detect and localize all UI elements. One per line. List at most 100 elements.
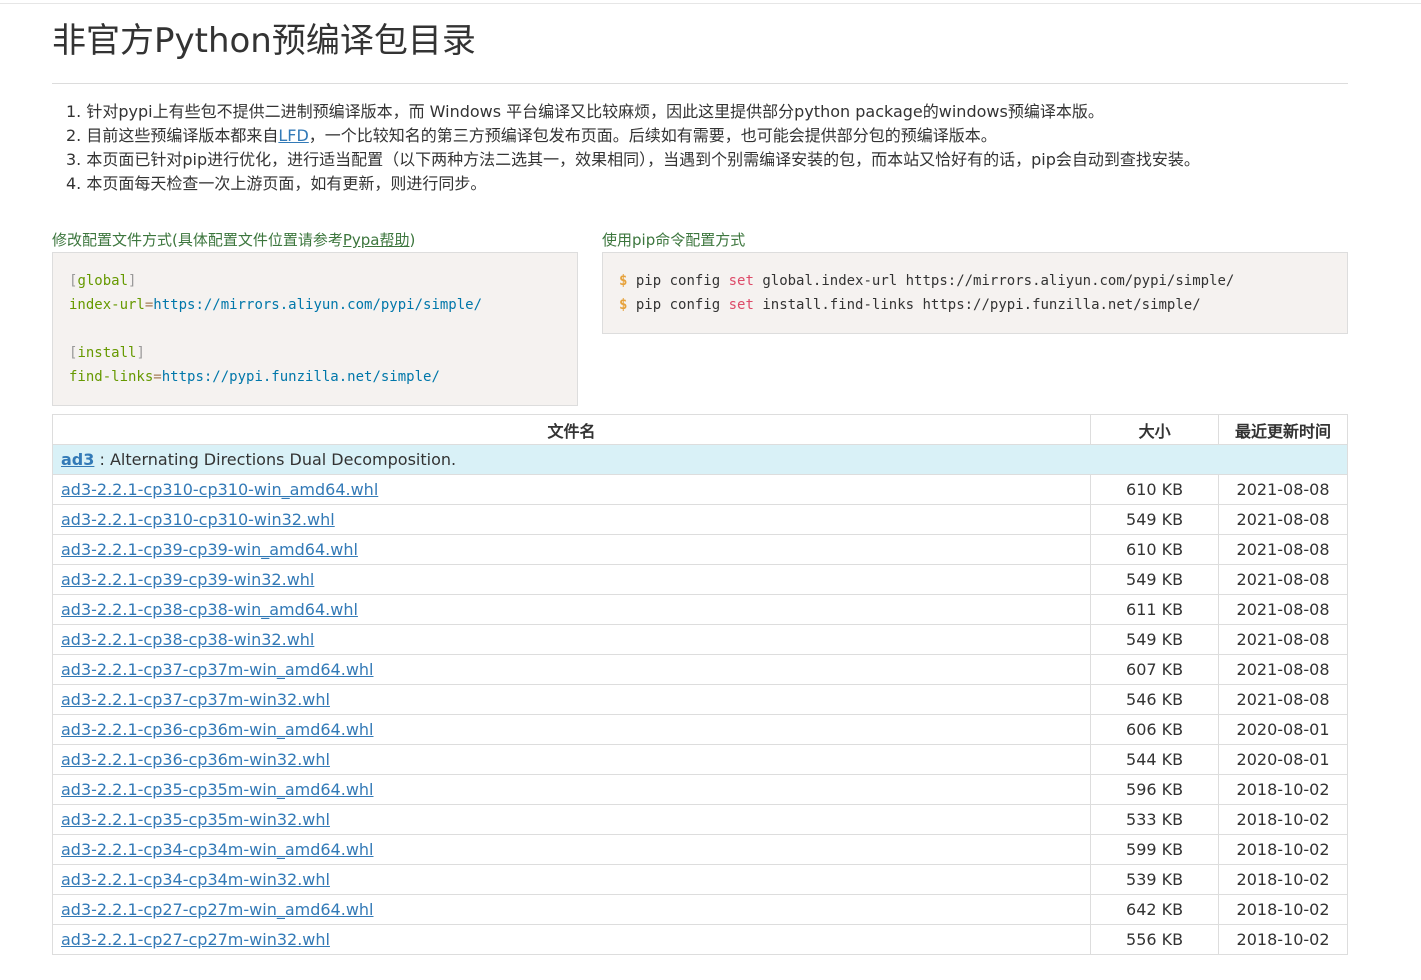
bracket: ] <box>128 273 137 289</box>
config-file-title-suffix: ) <box>409 231 416 249</box>
file-size: 610 KB <box>1090 534 1220 565</box>
pip-command-code-block[interactable]: $ pip config set global.index-url https:… <box>602 252 1348 334</box>
pypa-help-link[interactable]: Pypa帮助 <box>343 231 410 249</box>
file-download-link[interactable]: ad3-2.2.1-cp35-cp35m-win32.whl <box>61 810 330 829</box>
file-download-link[interactable]: ad3-2.2.1-cp37-cp37m-win32.whl <box>61 690 330 709</box>
file-download-link[interactable]: ad3-2.2.1-cp34-cp34m-win_amd64.whl <box>61 840 374 859</box>
file-download-link[interactable]: ad3-2.2.1-cp38-cp38-win32.whl <box>61 630 314 649</box>
config-file-code-block[interactable]: [global] index-url=https://mirrors.aliyun… <box>52 252 578 406</box>
note-text: 3. 本页面已针对pip进行优化，进行适当配置（以下两种方法二选其一，效果相同）… <box>66 150 1200 169</box>
page-title: 非官方Python预编译包目录 <box>52 21 476 61</box>
file-cell: ad3-2.2.1-cp36-cp36m-win32.whl <box>51 744 1092 775</box>
file-cell: ad3-2.2.1-cp37-cp37m-win32.whl <box>51 684 1092 715</box>
key-find-links: find-links <box>69 369 154 385</box>
package-link[interactable]: ad3 <box>61 450 94 469</box>
file-cell: ad3-2.2.1-cp310-cp310-win32.whl <box>51 504 1092 535</box>
package-cell: ad3 : Alternating Directions Dual Decomp… <box>52 444 1348 475</box>
file-updated-date: 2018-10-02 <box>1218 924 1348 955</box>
section-install: install <box>77 345 137 361</box>
table-row: ad3-2.2.1-cp27-cp27m-win32.whl 556 KB 2018… <box>51 924 1348 955</box>
file-size: 549 KB <box>1090 564 1220 595</box>
cmd-line-2: $ pip config set install.find-links http… <box>619 293 1331 317</box>
file-cell: ad3-2.2.1-cp27-cp27m-win32.whl <box>51 924 1092 955</box>
file-cell: ad3-2.2.1-cp310-cp310-win_amd64.whl <box>51 474 1092 505</box>
file-cell: ad3-2.2.1-cp34-cp34m-win_amd64.whl <box>51 834 1092 865</box>
file-updated-date: 2018-10-02 <box>1218 774 1348 805</box>
table-row: ad3-2.2.1-cp37-cp37m-win_amd64.whl 607 KB… <box>51 654 1348 685</box>
table-row: ad3-2.2.1-cp37-cp37m-win32.whl 546 KB 2021… <box>51 684 1348 715</box>
table-row: ad3-2.2.1-cp39-cp39-win_amd64.whl 610 KB 2… <box>51 534 1348 565</box>
header-size: 大小 <box>1090 414 1220 445</box>
file-download-link[interactable]: ad3-2.2.1-cp39-cp39-win_amd64.whl <box>61 540 358 559</box>
file-size: 610 KB <box>1090 474 1220 505</box>
section-global: global <box>77 273 129 289</box>
file-updated-date: 2018-10-02 <box>1218 804 1348 835</box>
config-file-title: 修改配置文件方式(具体配置文件位置请参考Pypa帮助) <box>52 229 415 251</box>
file-cell: ad3-2.2.1-cp39-cp39-win_amd64.whl <box>51 534 1092 565</box>
cmd-args: global.index-url https://mirrors.aliyun.… <box>762 273 1235 289</box>
file-download-link[interactable]: ad3-2.2.1-cp27-cp27m-win32.whl <box>61 930 330 949</box>
file-download-link[interactable]: ad3-2.2.1-cp38-cp38-win_amd64.whl <box>61 600 358 619</box>
note-item-2: 2. 目前这些预编译版本都来自LFD，一个比较知名的第三方预编译包发布页面。后续… <box>66 124 1200 148</box>
file-updated-date: 2021-08-08 <box>1218 624 1348 655</box>
file-size: 539 KB <box>1090 864 1220 895</box>
code-line-blank: ​ <box>69 317 561 341</box>
note-item-4: 4. 本页面每天检查一次上游页面，如有更新，则进行同步。 <box>66 172 1200 196</box>
file-updated-date: 2021-08-08 <box>1218 684 1348 715</box>
bracket: ] <box>136 345 145 361</box>
file-updated-date: 2020-08-01 <box>1218 744 1348 775</box>
note-item-3: 3. 本页面已针对pip进行优化，进行适当配置（以下两种方法二选其一，效果相同）… <box>66 148 1200 172</box>
table-row: ad3-2.2.1-cp35-cp35m-win32.whl 533 KB 2018… <box>51 804 1348 835</box>
file-download-link[interactable]: ad3-2.2.1-cp34-cp34m-win32.whl <box>61 870 330 889</box>
file-size: 607 KB <box>1090 654 1220 685</box>
file-cell: ad3-2.2.1-cp38-cp38-win_amd64.whl <box>51 594 1092 625</box>
file-cell: ad3-2.2.1-cp35-cp35m-win32.whl <box>51 804 1092 835</box>
cmd-set: set <box>728 297 754 313</box>
table-row: ad3-2.2.1-cp38-cp38-win_amd64.whl 611 KB 2… <box>51 594 1348 625</box>
lfd-link[interactable]: LFD <box>278 126 308 145</box>
file-size: 596 KB <box>1090 774 1220 805</box>
file-size: 549 KB <box>1090 504 1220 535</box>
table-row: ad3-2.2.1-cp38-cp38-win32.whl 549 KB 2021-… <box>51 624 1348 655</box>
file-download-link[interactable]: ad3-2.2.1-cp27-cp27m-win_amd64.whl <box>61 900 374 919</box>
file-updated-date: 2018-10-02 <box>1218 864 1348 895</box>
file-cell: ad3-2.2.1-cp34-cp34m-win32.whl <box>51 864 1092 895</box>
note-text: 1. 针对pypi上有些包不提供二进制预编译版本，而 Windows 平台编译又… <box>66 102 1104 121</box>
table-row: ad3-2.2.1-cp36-cp36m-win32.whl 544 KB 2020… <box>51 744 1348 775</box>
file-download-link[interactable]: ad3-2.2.1-cp310-cp310-win32.whl <box>61 510 335 529</box>
top-divider <box>0 3 1421 4</box>
file-download-link[interactable]: ad3-2.2.1-cp36-cp36m-win32.whl <box>61 750 330 769</box>
prompt-symbol: $ <box>619 297 628 313</box>
code-line-index-url: index-url=https://mirrors.aliyun.com/pyp… <box>69 293 561 317</box>
note-text: 4. 本页面每天检查一次上游页面，如有更新，则进行同步。 <box>66 174 487 193</box>
value-find-links: https://pypi.funzilla.net/simple/ <box>161 369 440 385</box>
file-download-link[interactable]: ad3-2.2.1-cp37-cp37m-win_amd64.whl <box>61 660 374 679</box>
cmd-args: install.find-links https://pypi.funzilla… <box>762 297 1201 313</box>
file-size: 549 KB <box>1090 624 1220 655</box>
table-row: ad3-2.2.1-cp310-cp310-win_amd64.whl 610 K… <box>51 474 1348 505</box>
notes-list: 1. 针对pypi上有些包不提供二进制预编译版本，而 Windows 平台编译又… <box>66 100 1200 196</box>
equals-sign: = <box>153 369 162 385</box>
note-text: 2. 目前这些预编译版本都来自 <box>66 126 279 145</box>
package-description: : Alternating Directions Dual Decomposit… <box>94 450 457 469</box>
file-size: 599 KB <box>1090 834 1220 865</box>
file-size: 533 KB <box>1090 804 1220 835</box>
file-download-link[interactable]: ad3-2.2.1-cp310-cp310-win_amd64.whl <box>61 480 378 499</box>
file-download-link[interactable]: ad3-2.2.1-cp39-cp39-win32.whl <box>61 570 314 589</box>
code-line-find-links: find-links=https://pypi.funzilla.net/sim… <box>69 365 561 389</box>
prompt-symbol: $ <box>619 273 628 289</box>
code-line-global: [global] <box>69 269 561 293</box>
file-updated-date: 2021-08-08 <box>1218 654 1348 685</box>
code-line-install: [install] <box>69 341 561 365</box>
title-divider <box>52 83 1348 84</box>
header-filename: 文件名 <box>51 414 1092 445</box>
file-cell: ad3-2.2.1-cp35-cp35m-win_amd64.whl <box>51 774 1092 805</box>
file-cell: ad3-2.2.1-cp37-cp37m-win_amd64.whl <box>51 654 1092 685</box>
file-cell: ad3-2.2.1-cp27-cp27m-win_amd64.whl <box>51 894 1092 925</box>
table-row: ad3-2.2.1-cp39-cp39-win32.whl 549 KB 2021-… <box>51 564 1348 595</box>
file-download-link[interactable]: ad3-2.2.1-cp36-cp36m-win_amd64.whl <box>61 720 374 739</box>
file-download-link[interactable]: ad3-2.2.1-cp35-cp35m-win_amd64.whl <box>61 780 374 799</box>
file-cell: ad3-2.2.1-cp36-cp36m-win_amd64.whl <box>51 714 1092 745</box>
table-row: ad3-2.2.1-cp34-cp34m-win32.whl 539 KB 2018… <box>51 864 1348 895</box>
table-row: ad3-2.2.1-cp27-cp27m-win_amd64.whl 642 KB… <box>51 894 1348 925</box>
